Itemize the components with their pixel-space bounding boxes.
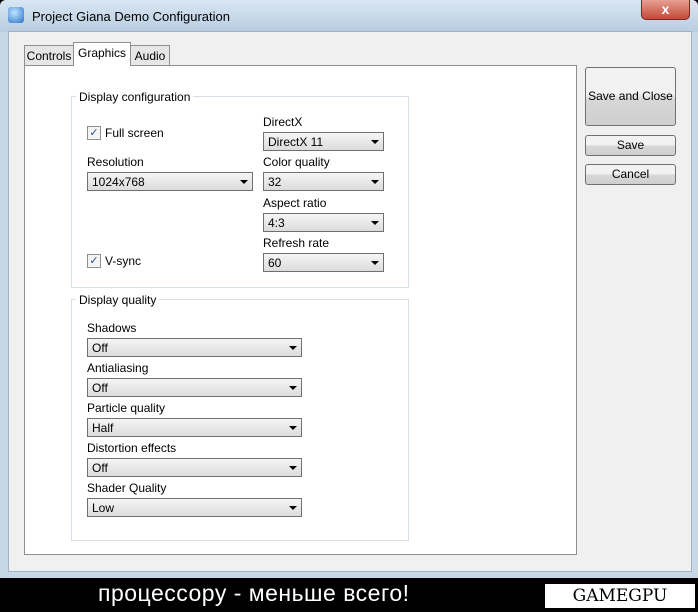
antialiasing-label: Antialiasing — [87, 361, 149, 375]
resolution-value: 1024x768 — [92, 175, 145, 189]
refresh-rate-label: Refresh rate — [263, 236, 330, 250]
title-bar[interactable]: Project Giana Demo Configuration x — [0, 0, 698, 32]
particle-quality-dropdown[interactable]: Half — [87, 418, 302, 437]
tab-audio[interactable]: Audio — [130, 45, 170, 66]
shadows-dropdown[interactable]: Off — [87, 338, 302, 357]
distortion-effects-value: Off — [92, 461, 108, 475]
tab-graphics[interactable]: Graphics — [73, 42, 131, 66]
chevron-down-icon — [289, 506, 297, 510]
aspect-ratio-value: 4:3 — [268, 216, 285, 230]
fullscreen-checkbox[interactable]: ✓ — [87, 126, 101, 140]
shader-quality-label: Shader Quality — [87, 481, 167, 495]
directx-value: DirectX 11 — [268, 135, 324, 149]
vsync-checkbox[interactable]: ✓ — [87, 254, 101, 268]
aspect-ratio-label: Aspect ratio — [263, 196, 327, 210]
directx-dropdown[interactable]: DirectX 11 — [263, 132, 384, 151]
vsync-label: V-sync — [105, 254, 142, 268]
color-quality-dropdown[interactable]: 32 — [263, 172, 384, 191]
color-quality-label: Color quality — [263, 155, 330, 169]
app-icon — [8, 7, 24, 23]
refresh-rate-dropdown[interactable]: 60 — [263, 253, 384, 272]
overlay-caption: процессору - меньше всего! — [98, 580, 410, 606]
resolution-label: Resolution — [87, 155, 144, 169]
chevron-down-icon — [289, 346, 297, 350]
shadows-label: Shadows — [87, 321, 137, 335]
save-and-close-button[interactable]: Save and Close — [585, 67, 676, 126]
save-button[interactable]: Save — [585, 135, 676, 156]
graphics-panel: Display configuration ✓ Full screen Reso… — [24, 65, 577, 555]
chevron-down-icon — [371, 180, 379, 184]
chevron-down-icon — [371, 140, 379, 144]
gamegpu-logo: GAMEGPU — [545, 584, 695, 608]
shadows-value: Off — [92, 341, 108, 355]
shader-quality-dropdown[interactable]: Low — [87, 498, 302, 517]
particle-quality-value: Half — [92, 421, 114, 435]
antialiasing-dropdown[interactable]: Off — [87, 378, 302, 397]
refresh-rate-value: 60 — [268, 256, 282, 270]
chevron-down-icon — [289, 466, 297, 470]
chevron-down-icon — [289, 386, 297, 390]
color-quality-value: 32 — [268, 175, 282, 189]
display-configuration-label: Display configuration — [76, 90, 194, 104]
tab-controls[interactable]: Controls — [24, 45, 74, 66]
chevron-down-icon — [240, 180, 248, 184]
config-window: Project Giana Demo Configuration x Contr… — [0, 0, 698, 578]
distortion-effects-dropdown[interactable]: Off — [87, 458, 302, 477]
particle-quality-label: Particle quality — [87, 401, 166, 415]
chevron-down-icon — [371, 261, 379, 265]
fullscreen-label: Full screen — [105, 126, 164, 140]
chevron-down-icon — [371, 221, 379, 225]
chevron-down-icon — [289, 426, 297, 430]
window-title: Project Giana Demo Configuration — [32, 9, 230, 24]
display-quality-label: Display quality — [76, 293, 160, 307]
cancel-button[interactable]: Cancel — [585, 164, 676, 185]
aspect-ratio-dropdown[interactable]: 4:3 — [263, 213, 384, 232]
client-area: Controls Graphics Audio Display configur… — [8, 31, 692, 572]
distortion-effects-label: Distortion effects — [87, 441, 177, 455]
resolution-dropdown[interactable]: 1024x768 — [87, 172, 253, 191]
antialiasing-value: Off — [92, 381, 108, 395]
shader-quality-value: Low — [92, 501, 115, 515]
close-button[interactable]: x — [641, 0, 690, 20]
directx-label: DirectX — [263, 115, 303, 129]
